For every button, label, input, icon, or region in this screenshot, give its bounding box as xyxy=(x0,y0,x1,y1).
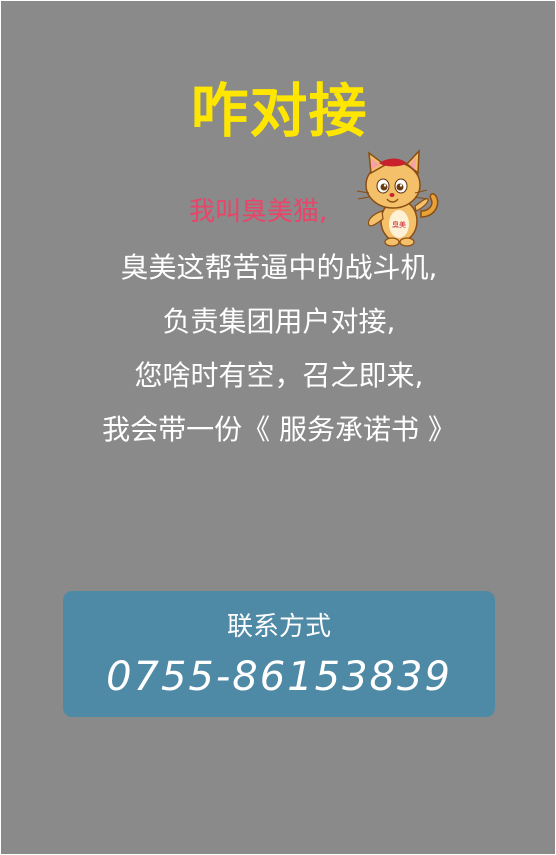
contact-label: 联系方式 xyxy=(226,612,331,642)
mascot-intro: 我叫臭美猫, xyxy=(189,197,328,227)
contact-button[interactable]: 联系方式 0755-86153839 xyxy=(63,591,495,717)
message-line-3: 您啥时有空，召之即来, xyxy=(134,359,424,392)
message-line-4: 我会带一份《 服务承诺书 》 xyxy=(102,413,456,446)
message-line-1: 臭美这帮苦逼中的战斗机, xyxy=(120,251,438,284)
message-line-2: 负责集团用户对接, xyxy=(162,305,396,338)
contact-phone-number[interactable]: 0755-86153839 xyxy=(63,651,495,703)
contact-page: 咋对接 我叫臭美猫, 臭美 臭美这帮苦逼中的战斗机, 负责集团用户对接, 您啥时… xyxy=(0,0,556,855)
mascot-badge: 臭美 xyxy=(392,220,406,229)
cat-mascot-icon: 臭美 xyxy=(356,149,439,247)
page-title: 咋对接 xyxy=(190,77,368,145)
